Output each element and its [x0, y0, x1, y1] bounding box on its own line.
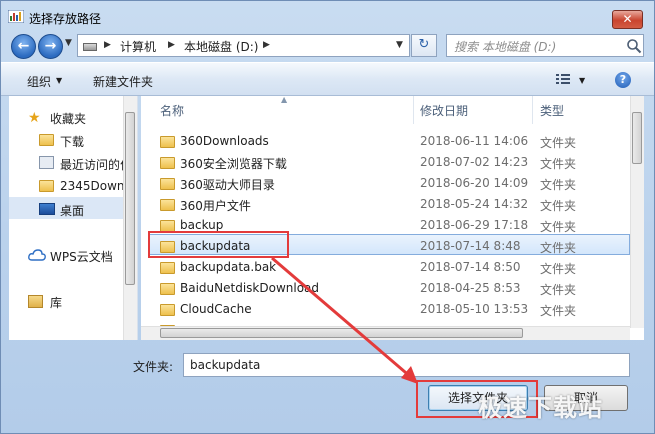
back-button[interactable]: ←: [11, 34, 36, 59]
sort-ascending-icon: ▲: [281, 95, 288, 104]
file-type[interactable]: 文件夹: [540, 155, 576, 172]
nav-item-libraries[interactable]: 库: [50, 294, 62, 311]
download-folder-icon: [39, 134, 54, 146]
history-dropdown-icon[interactable]: ▼: [65, 38, 72, 48]
star-icon: ★: [28, 110, 41, 126]
forward-button[interactable]: →: [38, 34, 63, 59]
annotation-highlight-folder: [148, 231, 289, 258]
file-type[interactable]: 文件夹: [540, 176, 576, 193]
help-icon[interactable]: ?: [615, 72, 631, 88]
file-date-modified[interactable]: 2018-07-14 8:48: [420, 239, 521, 253]
file-date-modified[interactable]: 2018-06-29 17:18: [420, 218, 528, 232]
watermark: 极速下载站: [478, 394, 603, 422]
file-name[interactable]: 360用户文件: [180, 197, 251, 214]
file-type[interactable]: 文件夹: [540, 134, 576, 151]
file-list-vscrollbar-thumb[interactable]: [632, 112, 642, 164]
library-icon: [28, 295, 43, 308]
file-list-hscrollbar-thumb[interactable]: [160, 328, 523, 338]
nav-item-desktop[interactable]: 桌面: [60, 202, 84, 219]
folder-icon: [160, 262, 175, 274]
folder-icon: [160, 304, 175, 316]
file-type[interactable]: 文件夹: [540, 239, 576, 256]
column-divider[interactable]: [532, 96, 533, 124]
file-name[interactable]: backup: [180, 218, 223, 232]
file-name[interactable]: backupdata.bak: [180, 260, 276, 274]
refresh-button[interactable]: ↻: [411, 34, 437, 57]
nav-pane-scrollbar-thumb[interactable]: [125, 112, 135, 285]
file-date-modified[interactable]: 2018-04-25 8:53: [420, 281, 521, 295]
window-title: 选择存放路径: [29, 12, 102, 26]
folder-icon: [39, 180, 54, 192]
file-type[interactable]: 文件夹: [540, 197, 576, 214]
file-type[interactable]: 文件夹: [540, 302, 576, 319]
nav-item-recent-places[interactable]: 最近访问的位: [60, 156, 123, 173]
view-dropdown-icon[interactable]: ▼: [579, 76, 585, 85]
recent-places-icon: [39, 156, 54, 169]
folder-icon: [160, 157, 175, 169]
folder-icon: [160, 199, 175, 211]
column-header-date[interactable]: 修改日期: [420, 102, 468, 119]
file-type[interactable]: 文件夹: [540, 260, 576, 277]
search-placeholder: 搜索 本地磁盘 (D:): [454, 40, 557, 54]
cloud-icon: [28, 249, 46, 261]
file-name[interactable]: 360安全浏览器下载: [180, 155, 287, 172]
folder-icon: [160, 178, 175, 190]
file-type[interactable]: 文件夹: [540, 218, 576, 235]
close-button[interactable]: ✕: [612, 10, 643, 29]
organize-dropdown-icon[interactable]: ▼: [56, 76, 62, 85]
column-header-type[interactable]: 类型: [540, 102, 564, 119]
nav-item-favorites[interactable]: 收藏夹: [50, 110, 86, 127]
desktop-icon: [39, 203, 55, 215]
file-name[interactable]: BaiduNetdiskDownload: [180, 281, 319, 295]
search-icon[interactable]: [626, 38, 642, 54]
folder-icon: [160, 136, 175, 148]
file-date-modified[interactable]: 2018-05-24 14:32: [420, 197, 528, 211]
column-divider[interactable]: [413, 96, 414, 124]
breadcrumb-separator-icon[interactable]: ▶: [104, 40, 111, 50]
organize-button[interactable]: 组织: [27, 73, 51, 90]
nav-item-downloads[interactable]: 下载: [60, 133, 84, 150]
folder-name-field[interactable]: backupdata: [183, 353, 630, 377]
breadcrumb-separator-icon[interactable]: ▶: [168, 40, 175, 50]
address-dropdown-icon[interactable]: ▼: [396, 40, 403, 50]
app-icon: [8, 10, 24, 23]
file-type[interactable]: 文件夹: [540, 281, 576, 298]
drive-icon: [83, 43, 97, 51]
file-date-modified[interactable]: 2018-06-11 14:06: [420, 134, 528, 148]
nav-item-2345downloads[interactable]: 2345Downl: [60, 179, 123, 193]
breadcrumb-computer[interactable]: 计算机: [120, 38, 156, 55]
file-name[interactable]: 360Downloads: [180, 134, 269, 148]
view-options-icon[interactable]: [556, 73, 570, 85]
file-date-modified[interactable]: 2018-06-20 14:09: [420, 176, 528, 190]
folder-icon: [160, 283, 175, 295]
new-folder-button[interactable]: 新建文件夹: [93, 73, 153, 90]
file-date-modified[interactable]: 2018-07-14 8:50: [420, 260, 521, 274]
breadcrumb-separator-icon[interactable]: ▶: [263, 40, 270, 50]
file-date-modified[interactable]: 2018-05-10 13:53: [420, 302, 528, 316]
folder-label: 文件夹:: [133, 360, 174, 374]
file-name[interactable]: 360驱动大师目录: [180, 176, 275, 193]
column-header-name[interactable]: 名称: [160, 102, 184, 119]
breadcrumb-local-disk[interactable]: 本地磁盘 (D:): [184, 38, 258, 55]
file-date-modified[interactable]: 2018-07-02 14:23: [420, 155, 528, 169]
file-name[interactable]: CloudCache: [180, 302, 252, 316]
nav-item-wps-cloud[interactable]: WPS云文档: [50, 248, 113, 265]
